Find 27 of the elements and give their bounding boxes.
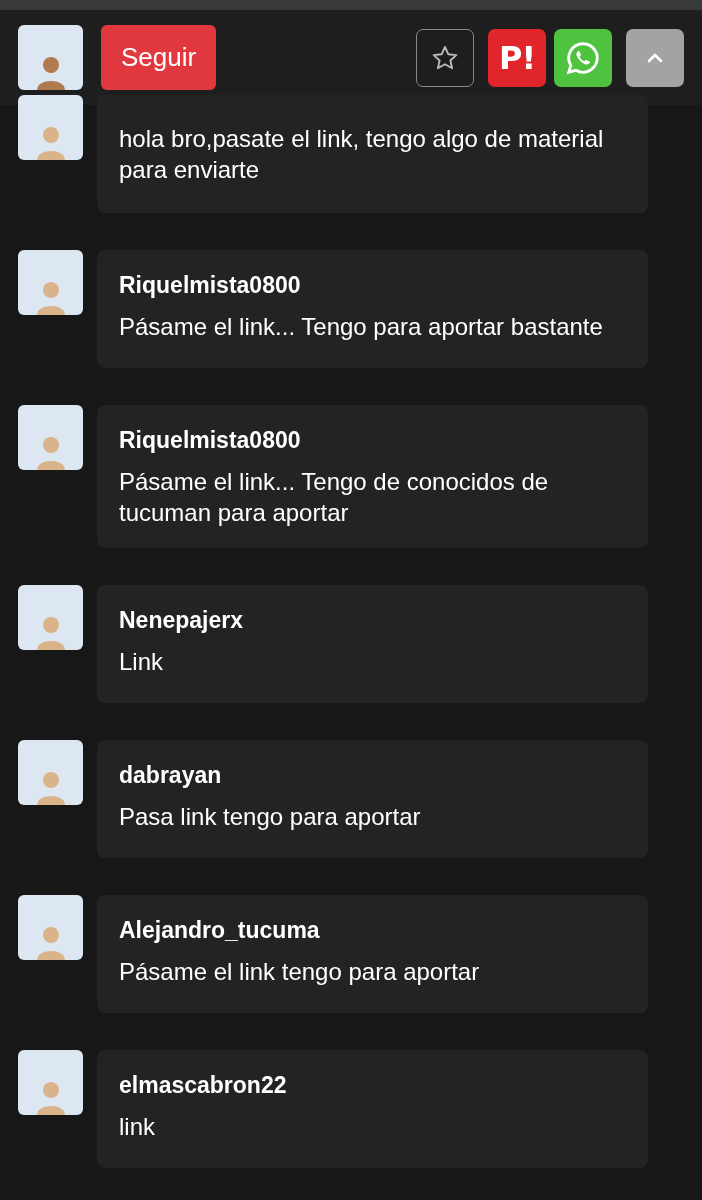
username[interactable]: elmascabron22 xyxy=(119,1072,626,1099)
username[interactable]: Riquelmista0800 xyxy=(119,272,626,299)
comment-text: hola bro,pasate el link, tengo algo de material para enviarte xyxy=(119,124,605,185)
chat-share-button[interactable] xyxy=(554,28,612,87)
username[interactable]: Alejandro_tucuma xyxy=(119,917,626,944)
user-avatar[interactable] xyxy=(18,405,83,470)
comment-text: Link xyxy=(119,647,165,677)
user-avatar[interactable] xyxy=(18,25,83,90)
user-avatar[interactable] xyxy=(18,95,83,160)
comment-text: Pásame el link... Tengo de conocidos de tucuman para aportar xyxy=(119,467,550,528)
comment-text: Pásame el link tengo para aportar xyxy=(119,957,481,987)
brand-share-button[interactable]: P! xyxy=(488,28,546,87)
scroll-up-button[interactable] xyxy=(626,28,684,87)
user-avatar[interactable] xyxy=(18,250,83,315)
comment-text: link xyxy=(119,1112,156,1142)
follow-button[interactable]: Seguir xyxy=(101,25,217,90)
user-avatar[interactable] xyxy=(18,585,83,650)
username[interactable]: Nenepajerx xyxy=(119,607,626,634)
comment-text: Pásame el link... Tengo para aportar bastante xyxy=(119,312,604,342)
username[interactable]: Riquelmista0800 xyxy=(119,427,626,454)
star-icon xyxy=(431,43,459,72)
username[interactable]: dabrayan xyxy=(119,762,626,789)
user-avatar[interactable] xyxy=(18,740,83,805)
comment-text: Pasa link tengo para aportar xyxy=(119,802,422,832)
user-avatar[interactable] xyxy=(18,895,83,960)
favorite-star-button[interactable] xyxy=(416,28,474,87)
user-avatar[interactable] xyxy=(18,1050,83,1115)
